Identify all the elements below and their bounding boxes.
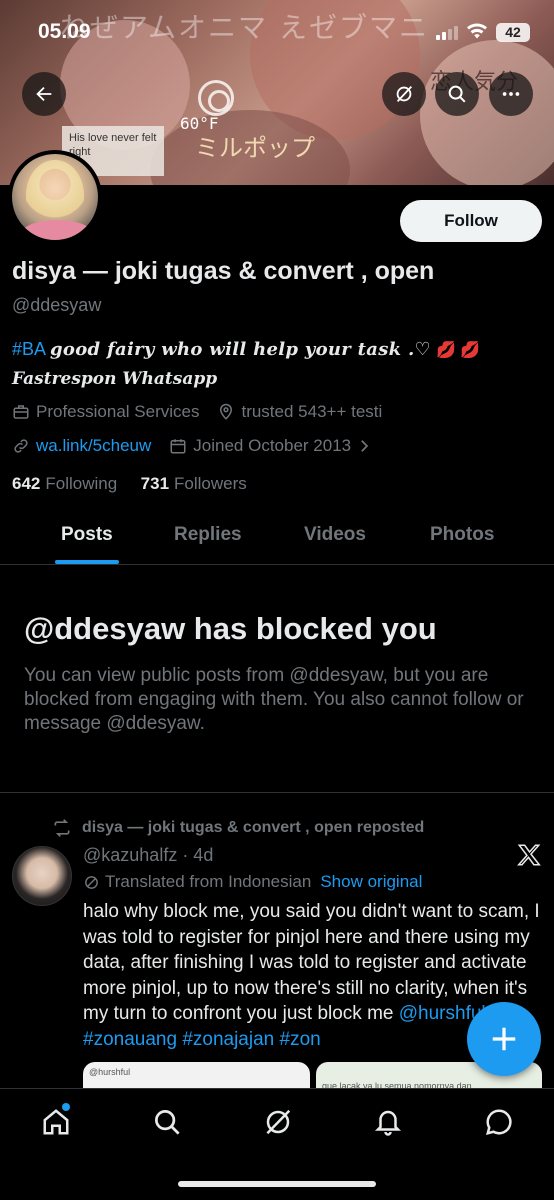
media-caption: @hurshful <box>89 1067 131 1077</box>
translated-label: Translated from Indonesian <box>105 872 312 891</box>
more-icon <box>502 92 520 96</box>
tab-videos[interactable]: Videos <box>304 524 366 546</box>
more-options-button[interactable] <box>489 72 533 116</box>
chevron-right-icon[interactable] <box>355 437 373 455</box>
calendar-icon <box>170 439 186 454</box>
grok-button[interactable] <box>382 72 426 116</box>
back-button[interactable] <box>22 72 66 116</box>
section-divider <box>0 792 554 793</box>
status-bar: 05.09 42 <box>0 0 554 60</box>
grok-icon <box>396 86 413 102</box>
following-count: 642 <box>12 474 41 493</box>
status-time: 05.09 <box>38 20 91 43</box>
x-logo-icon[interactable] <box>516 842 542 868</box>
banner-decor-text: ミルポップ <box>195 134 315 162</box>
repost-attribution[interactable]: disya — joki tugas & convert , open repo… <box>52 818 424 838</box>
translation-notice: Translated from Indonesian Show original <box>83 872 422 892</box>
wifi-icon <box>466 22 488 46</box>
compose-button[interactable] <box>467 1002 541 1076</box>
following-link[interactable]: 642 Following <box>12 474 117 493</box>
repost-label: disya — joki tugas & convert , open repo… <box>82 819 425 836</box>
banner-shape <box>420 40 554 185</box>
home-icon <box>43 1109 69 1135</box>
active-tab-indicator <box>55 560 119 564</box>
following-label: Following <box>45 474 118 493</box>
profile-joined-date[interactable]: Joined October 2013 <box>193 436 351 456</box>
post-author-avatar[interactable] <box>12 846 72 906</box>
back-arrow-icon <box>36 86 52 102</box>
bio-hashtag[interactable]: #BA <box>12 339 45 359</box>
translate-icon <box>85 875 98 889</box>
link-icon <box>14 439 28 453</box>
search-icon <box>448 85 466 103</box>
followers-label: Followers <box>174 474 247 493</box>
search-button[interactable] <box>435 72 479 116</box>
bio-line-1: #BA good fairy who will help your task .… <box>12 339 480 360</box>
cellular-signal-icon <box>436 26 458 40</box>
profile-category: Professional Services <box>36 402 200 421</box>
nav-notifications[interactable] <box>373 1107 403 1137</box>
profile-handle: @ddesyaw <box>12 295 102 315</box>
nav-messages[interactable] <box>484 1107 514 1137</box>
bio-text: good fairy who will help your task .♡ <box>50 339 431 360</box>
grok-icon <box>266 1109 291 1135</box>
spiral-decor-icon <box>198 80 234 116</box>
bio-line-2: Fastrespon Whatsapp <box>12 369 218 389</box>
notification-dot <box>62 1103 70 1111</box>
messages-icon <box>485 1109 512 1136</box>
profile-tabs: Posts Replies Videos Photos <box>0 508 554 565</box>
show-original-link[interactable]: Show original <box>320 872 422 892</box>
battery-indicator: 42 <box>496 23 530 42</box>
avatar-dress <box>22 220 92 240</box>
tab-posts[interactable]: Posts <box>61 524 113 546</box>
nav-home[interactable] <box>41 1107 71 1137</box>
home-indicator[interactable] <box>178 1181 376 1187</box>
briefcase-icon <box>13 405 29 419</box>
follow-button[interactable]: Follow <box>400 200 542 242</box>
profile-location: trusted 543++ testi <box>241 402 383 421</box>
follow-counts: 642 Following 731 Followers <box>12 474 247 494</box>
profile-meta-row-2: wa.link/5cheuw Joined October 2013 <box>12 436 373 456</box>
search-icon <box>155 1110 180 1135</box>
plus-icon <box>492 1027 516 1051</box>
blocked-title: @ddesyaw has blocked you <box>24 611 437 646</box>
followers-link[interactable]: 731 Followers <box>141 474 247 493</box>
nav-grok[interactable] <box>263 1107 293 1137</box>
profile-meta-row-1: Professional Services trusted 543++ test… <box>12 402 382 422</box>
profile-website-link[interactable]: wa.link/5cheuw <box>36 436 151 456</box>
location-pin-icon <box>220 403 233 420</box>
blocked-description: You can view public posts from @ddesyaw,… <box>24 665 524 734</box>
repost-icon <box>54 819 70 837</box>
notifications-icon <box>374 1110 402 1136</box>
banner-temperature: 60°F <box>180 114 219 133</box>
tab-replies[interactable]: Replies <box>174 524 242 546</box>
followers-count: 731 <box>140 474 170 493</box>
display-name: disya — joki tugas & convert , open <box>12 257 435 285</box>
nav-search[interactable] <box>152 1107 182 1137</box>
profile-avatar[interactable] <box>8 150 102 244</box>
tab-photos[interactable]: Photos <box>430 524 494 546</box>
bio-emoji: 💋 💋 <box>435 342 481 359</box>
post-author-handle[interactable]: @kazuhalfz · 4d <box>83 845 213 866</box>
